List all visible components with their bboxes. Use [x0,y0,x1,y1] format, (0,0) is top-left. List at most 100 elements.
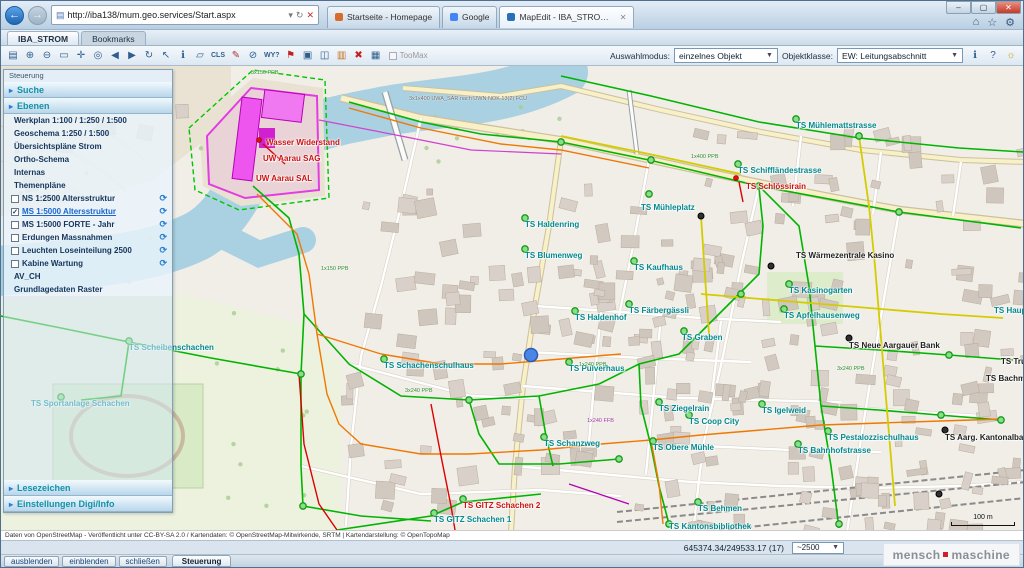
page-favicon: ▤ [56,10,65,21]
refresh-map-icon[interactable]: ↻ [141,48,157,63]
auswahlmodus-label: Auswahlmodus: [610,51,670,61]
back-button[interactable]: ← [5,6,24,25]
redline-pencil-icon[interactable]: ✎ [228,48,244,63]
identify-icon[interactable]: ℹ [967,48,983,63]
pan-icon[interactable]: ✛ [73,48,89,63]
einblenden-button[interactable]: einblenden [62,556,115,567]
chart-columns-icon[interactable]: ▥ [334,48,350,63]
sidebar-layer-kabine-wartung[interactable]: Kabine Wartung⟳ [4,257,172,270]
address-bar[interactable]: ▤ http://iba138/mum.geo.services/Start.a… [51,5,319,25]
sidebar-item-geoschema-1-250-1-500[interactable]: Geoschema 1:250 / 1:500 [4,127,172,140]
minimize-button[interactable]: – [946,1,971,14]
close-button[interactable]: ✕ [996,1,1021,14]
refresh-icon[interactable]: ↻ [296,10,304,21]
zoom-window-icon[interactable]: ▭ [56,48,72,63]
browser-tabs: Startseite - HomepageGoogleMapEdit - IBA… [327,3,634,28]
full-extent-icon[interactable]: ◎ [90,48,106,63]
print-icon[interactable]: ▣ [300,48,316,63]
app-tab-bookmarks[interactable]: Bookmarks [81,31,146,45]
sidebar-layer-ms-1-5000-forte-jahr[interactable]: MS 1:5000 FORTE - Jahr⟳ [4,218,172,231]
url-text[interactable]: http://iba138/mum.geo.services/Start.asp… [68,10,286,20]
save-icon[interactable]: ◫ [317,48,333,63]
zoom-out-icon[interactable]: ⊖ [39,48,55,63]
forward-button[interactable]: → [28,6,47,25]
page-icon[interactable]: ▤ [5,48,21,63]
steuerung-tab-button[interactable]: Steuerung [172,555,232,567]
layer-refresh-icon[interactable]: ⟳ [159,258,167,269]
sidebar-item-werkplan-1-100-1-250-1-500[interactable]: Werkplan 1:100 / 1:250 / 1:500 [4,114,172,127]
sidebar-item-internas[interactable]: Internas [4,166,172,179]
mum-logo: mensch maschine [883,543,1020,566]
layer-refresh-icon[interactable]: ⟳ [159,219,167,230]
app-tab-row: IBA_STROMBookmarks [1,30,1023,46]
close-red-icon[interactable]: ✖ [351,48,367,63]
layer-refresh-icon[interactable]: ⟳ [159,193,167,204]
app-tab-iba-strom[interactable]: IBA_STROM [7,31,79,45]
layers-icon[interactable]: ▦ [368,48,384,63]
previous-view-icon[interactable]: ◀ [107,48,123,63]
footer-bar: ausblendeneinblenden schließen Steuerung [1,554,1023,567]
sidebar-item-grundlagedaten-raster[interactable]: Grundlagedaten Raster [4,283,172,296]
sidebar-layer-ms-1-5000-altersstruktur[interactable]: ✓MS 1:5000 Altersstruktur⟳ [4,205,172,218]
info-icon[interactable]: ℹ [175,48,191,63]
auswahlmodus-dropdown[interactable]: einzelnes Objekt▼ [674,48,778,63]
measure-icon[interactable]: ▱ [192,48,208,63]
toolbar-icons: ▤⊕⊖▭✛◎◀▶↻↖ℹ▱CLS✎⊘WY?⚑▣◫▥✖▦ [5,48,384,63]
sidebar-header-lesezeichen[interactable]: ▸Lesezeichen [4,480,172,496]
toomax-checkbox[interactable]: TooMax [389,51,428,60]
sidebar-header-suche[interactable]: ▸Suche [4,82,172,98]
layer-refresh-icon[interactable]: ⟳ [159,206,167,217]
wy-button[interactable]: WY? [262,48,282,63]
expand-arrow-icon: ▸ [9,102,13,111]
layer-checkbox-icon[interactable] [11,195,19,203]
layer-checkbox-icon[interactable] [11,234,19,242]
select-arrow-icon[interactable]: ↖ [158,48,174,63]
expand-arrow-icon: ▸ [9,500,13,509]
browser-tab-startseite-homepage[interactable]: Startseite - Homepage [327,6,440,28]
tab-favicon [450,13,458,21]
sidebar-layer-erdungen-massnahmen[interactable]: Erdungen Massnahmen⟳ [4,231,172,244]
tools-gear-icon[interactable]: ⚙ [1005,16,1015,29]
stop-icon[interactable]: ✕ [306,10,314,21]
layer-refresh-icon[interactable]: ⟳ [159,245,167,256]
panel-title: Steuerung [4,70,172,82]
layer-refresh-icon[interactable]: ⟳ [159,232,167,243]
address-dropdown-icon[interactable]: ▾ [288,10,293,21]
browser-tab-mapedit-iba-strom-win32[interactable]: MapEdit - IBA_STROM Win32✕ [499,6,634,28]
objektklasse-dropdown[interactable]: EW: Leitungsabschnitt▼ [837,48,963,63]
expand-arrow-icon: ▸ [9,86,13,95]
ausblenden-button[interactable]: ausblenden [4,556,59,567]
home-icon[interactable]: ⌂ [973,16,980,29]
scale-dropdown[interactable]: ~2500▼ [792,542,844,554]
sidebar-header-ebenen[interactable]: ▸Ebenen [4,98,172,114]
browser-tab-google[interactable]: Google [442,6,497,28]
favorites-star-icon[interactable]: ☆ [987,16,997,29]
next-view-icon[interactable]: ▶ [124,48,140,63]
sidebar-item-ortho-schema[interactable]: Ortho-Schema [4,153,172,166]
help-icon[interactable]: ? [985,48,1001,63]
objektklasse-label: Objektklasse: [782,51,833,61]
layer-checkbox-icon[interactable] [11,247,19,255]
erase-icon[interactable]: ⊘ [245,48,261,63]
coordinates-display: 645374.34/249533.17 (17) [684,543,784,553]
zoom-in-icon[interactable]: ⊕ [22,48,38,63]
tip-lightbulb-icon[interactable]: ☼ [1003,48,1019,63]
schließen-button[interactable]: schließen [119,556,167,567]
sidebar-header-einstellungen-digi-info[interactable]: ▸Einstellungen Digi/Info [4,496,172,512]
tab-close-icon[interactable]: ✕ [620,13,627,22]
window-controls: –▢✕ [946,1,1021,14]
layer-checkbox-icon[interactable]: ✓ [11,208,19,216]
maximize-button[interactable]: ▢ [971,1,996,14]
cls-button[interactable]: CLS [209,48,227,63]
sidebar-item-themenpläne[interactable]: Themenpläne [4,179,172,192]
layer-checkbox-icon[interactable] [11,221,19,229]
sidebar-layer-leuchten-loseinteilung-2500[interactable]: Leuchten Loseinteilung 2500⟳ [4,244,172,257]
browser-titlebar: ← → ▤ http://iba138/mum.geo.services/Sta… [1,1,1023,30]
sidebar-layer-ns-1-2500-altersstruktur[interactable]: NS 1:2500 Altersstruktur⟳ [4,192,172,205]
sidebar-item-av-ch[interactable]: AV_CH [4,270,172,283]
layer-checkbox-icon[interactable] [11,260,19,268]
map-area: Wasser WiderstandUW Aarau SAGUW Aarau SA… [1,66,1023,530]
flag-icon[interactable]: ⚑ [283,48,299,63]
sidebar-item-übersichtspläne-strom[interactable]: Übersichtspläne Strom [4,140,172,153]
checkbox-icon[interactable] [389,52,397,60]
